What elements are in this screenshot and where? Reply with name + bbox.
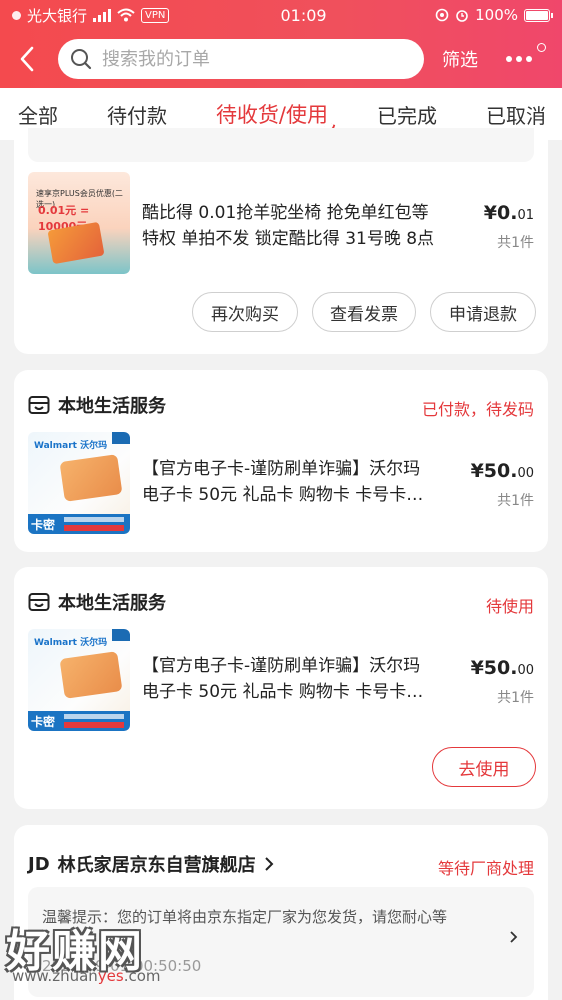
watermark-url-part: www.zhuan bbox=[12, 967, 98, 985]
site-watermark: 好赚网 www.zhuanyes.com bbox=[2, 905, 222, 1000]
search-input[interactable] bbox=[102, 48, 382, 70]
local-service-icon bbox=[28, 396, 50, 414]
item-count: 共1件 bbox=[497, 493, 534, 509]
battery-percent: 100% bbox=[475, 6, 518, 24]
shop-name-label: 林氏家居京东自营旗舰店 bbox=[57, 855, 256, 876]
product-title[interactable]: 酷比得 0.01抢羊驼坐椅 抢免单红包等 特权 单拍不发 锁定酷比得 31号晚 … bbox=[142, 200, 472, 252]
product-title[interactable]: 【官方电子卡-谨防刷单诈骗】沃尔玛 电子卡 50元 礼品卡 购物卡 卡号卡… bbox=[142, 456, 472, 508]
tab-all[interactable]: 全部 bbox=[18, 100, 58, 129]
tab-cancelled[interactable]: 已取消 bbox=[486, 100, 546, 129]
buy-again-button[interactable]: 再次购买 bbox=[192, 292, 298, 332]
order-status: 等待厂商处理 bbox=[437, 859, 534, 878]
alarm-icon bbox=[456, 10, 468, 22]
product-title-line: 特权 单拍不发 锁定酷比得 31号晚 8点 bbox=[142, 229, 435, 249]
tab-completed[interactable]: 已完成 bbox=[377, 100, 437, 129]
shop-name[interactable]: 本地生活服务 bbox=[28, 392, 166, 418]
product-title[interactable]: 【官方电子卡-谨防刷单诈骗】沃尔玛 电子卡 50元 礼品卡 购物卡 卡号卡… bbox=[142, 653, 472, 705]
order-card-top-strip bbox=[28, 128, 534, 162]
product-title-line: 【官方电子卡-谨防刷单诈骗】沃尔玛 bbox=[142, 656, 421, 676]
view-invoice-button[interactable]: 查看发票 bbox=[312, 292, 416, 332]
product-title-line: 电子卡 50元 礼品卡 购物卡 卡号卡… bbox=[142, 485, 424, 505]
product-title-line: 电子卡 50元 礼品卡 购物卡 卡号卡… bbox=[142, 682, 424, 702]
search-box[interactable] bbox=[58, 39, 424, 79]
local-service-icon bbox=[28, 593, 50, 611]
tab-pending-payment[interactable]: 待付款 bbox=[107, 100, 167, 129]
search-icon bbox=[71, 49, 92, 70]
product-price: ¥50.00 共1件 bbox=[471, 657, 534, 707]
order-status: 已付款，待发码 bbox=[421, 400, 534, 419]
signal-dot-icon bbox=[12, 10, 21, 20]
shop-name[interactable]: JD 林氏家居京东自营旗舰店 bbox=[28, 851, 274, 877]
product-thumbnail[interactable]: 速享京PLUS会员优惠(二选一) 0.01元 = 10000元 bbox=[28, 172, 130, 274]
watermark-url-part: .com bbox=[123, 967, 161, 985]
signal-icon bbox=[93, 8, 112, 22]
walmart-logo: Walmart 沃尔玛 bbox=[34, 441, 108, 451]
plus-card-graphic bbox=[47, 221, 105, 265]
thumb-tag: 卡密 bbox=[31, 715, 56, 729]
header-bar: 光大银行 VPN 01:09 100% 搜索我的订单 筛选 bbox=[0, 0, 562, 88]
rotation-lock-icon bbox=[435, 8, 449, 22]
tab-pending-receipt[interactable]: 待收货/使用 bbox=[215, 99, 336, 135]
order-card: 速享京PLUS会员优惠(二选一) 0.01元 = 10000元 酷比得 0.01… bbox=[14, 128, 548, 354]
request-refund-button[interactable]: 申请退款 bbox=[430, 292, 536, 332]
price-integer: ¥50. bbox=[470, 657, 518, 679]
chevron-right-icon bbox=[510, 931, 518, 943]
thumb-bottom-bar: 卡密 bbox=[28, 711, 130, 731]
price-decimal: 00 bbox=[517, 663, 534, 678]
jd-logo: JD bbox=[28, 853, 50, 875]
back-button[interactable] bbox=[10, 39, 44, 79]
order-status: 待使用 bbox=[485, 597, 534, 616]
price-decimal: 00 bbox=[517, 466, 534, 481]
shop-name[interactable]: 本地生活服务 bbox=[28, 589, 166, 615]
product-title-line: 酷比得 0.01抢羊驼坐椅 抢免单红包等 bbox=[142, 203, 429, 223]
battery-icon bbox=[524, 8, 553, 22]
tab-pending-receipt-label: 待收货/使用 bbox=[215, 103, 329, 127]
vpn-badge: VPN bbox=[141, 7, 170, 23]
filter-button[interactable]: 筛选 bbox=[442, 46, 478, 72]
official-corner-badge bbox=[112, 629, 130, 641]
shop-name-label: 本地生活服务 bbox=[58, 593, 166, 614]
product-thumbnail[interactable]: Walmart 沃尔玛 卡密 bbox=[28, 629, 130, 731]
wifi-icon bbox=[117, 8, 135, 22]
order-card: 本地生活服务 已付款，待发码 Walmart 沃尔玛 卡密 【官方电子卡-谨防刷… bbox=[14, 370, 548, 552]
chevron-left-icon bbox=[20, 46, 34, 72]
price-integer: ¥50. bbox=[470, 460, 518, 482]
item-count: 共1件 bbox=[497, 690, 534, 706]
price-integer: ¥0. bbox=[483, 202, 518, 224]
item-count: 共1件 bbox=[497, 235, 534, 251]
more-menu-button[interactable] bbox=[506, 39, 546, 79]
product-price: ¥0.01 共1件 bbox=[484, 202, 534, 252]
order-card: 本地生活服务 待使用 Walmart 沃尔玛 卡密 【官方电子卡-谨防刷单诈骗】… bbox=[14, 567, 548, 809]
notification-ring-icon bbox=[537, 43, 546, 52]
watermark-url: www.zhuanyes.com bbox=[12, 967, 161, 985]
use-now-button[interactable]: 去使用 bbox=[432, 747, 536, 787]
thumb-bottom-bar: 卡密 bbox=[28, 514, 130, 534]
shop-name-label: 本地生活服务 bbox=[58, 396, 166, 417]
chevron-right-icon bbox=[264, 857, 274, 871]
carrier-label: 光大银行 bbox=[27, 6, 88, 25]
thumb-tag: 卡密 bbox=[31, 518, 56, 532]
clock: 01:09 bbox=[280, 5, 327, 25]
watermark-url-highlight: yes bbox=[97, 967, 124, 985]
price-decimal: 01 bbox=[517, 208, 534, 223]
product-price: ¥50.00 共1件 bbox=[471, 460, 534, 510]
product-thumbnail[interactable]: Walmart 沃尔玛 卡密 bbox=[28, 432, 130, 534]
product-title-line: 【官方电子卡-谨防刷单诈骗】沃尔玛 bbox=[142, 459, 421, 479]
official-corner-badge bbox=[112, 432, 130, 444]
gift-card-graphic bbox=[59, 651, 123, 699]
walmart-logo: Walmart 沃尔玛 bbox=[34, 638, 108, 648]
status-bar: 光大银行 VPN 01:09 100% bbox=[0, 0, 562, 30]
gift-card-graphic bbox=[59, 454, 123, 502]
